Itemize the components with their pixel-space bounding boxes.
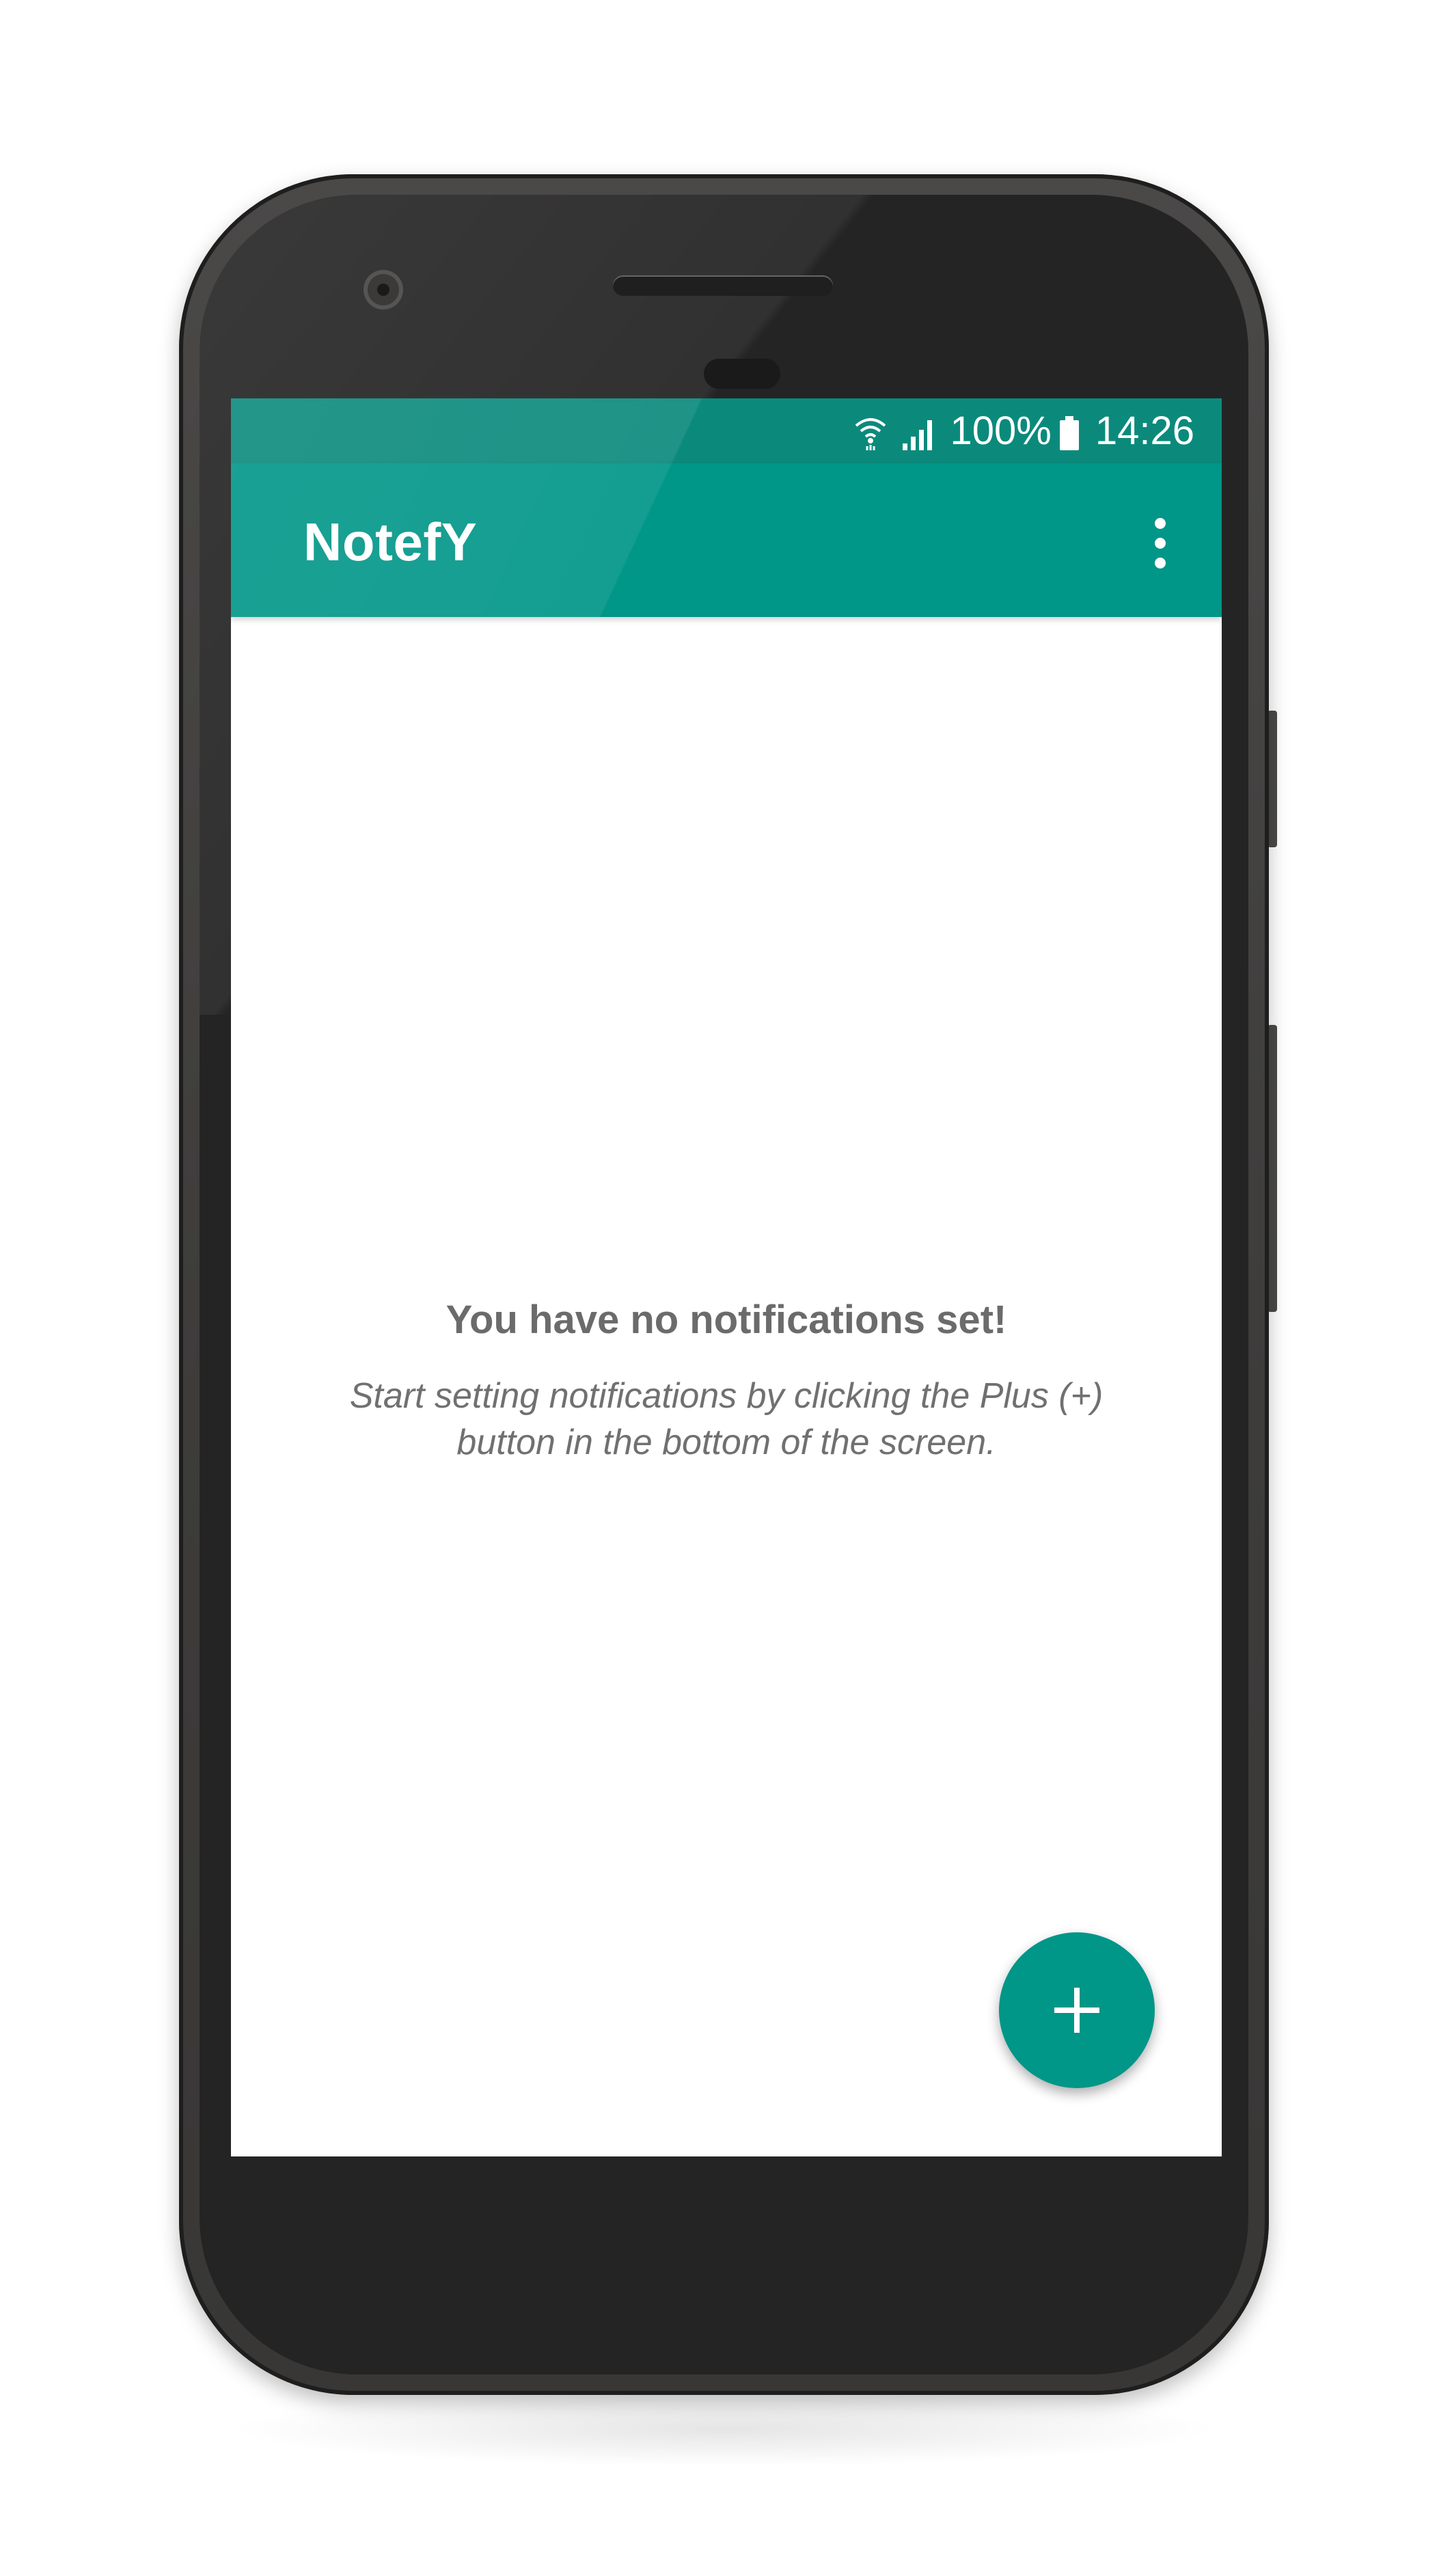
power-button — [1268, 711, 1277, 847]
signal-icon — [901, 411, 937, 452]
add-notification-button[interactable] — [999, 1932, 1155, 2088]
menu-dot — [1155, 518, 1166, 529]
plus-icon — [1054, 1988, 1099, 2033]
empty-state-title: You have no notifications set! — [446, 1298, 1007, 1342]
empty-state-description: Start setting notifications by clicking … — [349, 1376, 1104, 1462]
proximity-sensor — [704, 359, 780, 389]
menu-dot — [1155, 538, 1166, 549]
earpiece-speaker — [613, 275, 833, 296]
phone-shadow — [225, 2392, 1223, 2467]
more-vert-icon[interactable] — [1140, 512, 1181, 574]
mockup-stage: 100% 14:26 NotefY You have no notificati… — [0, 0, 1452, 2576]
front-camera — [364, 270, 403, 310]
volume-button — [1268, 1025, 1277, 1312]
wifi-icon — [853, 411, 888, 452]
menu-dot — [1155, 558, 1166, 568]
status-time: 14:26 — [1095, 409, 1194, 453]
app-toolbar: NotefY — [231, 463, 1222, 617]
battery-icon — [1058, 411, 1080, 452]
status-bar: 100% 14:26 — [231, 398, 1222, 463]
battery-percentage: 100% — [950, 409, 1052, 453]
empty-state: You have no notifications set! Start set… — [231, 1297, 1222, 1466]
app-title: NotefY — [303, 512, 478, 572]
app-screen: 100% 14:26 NotefY You have no notificati… — [231, 398, 1222, 2156]
